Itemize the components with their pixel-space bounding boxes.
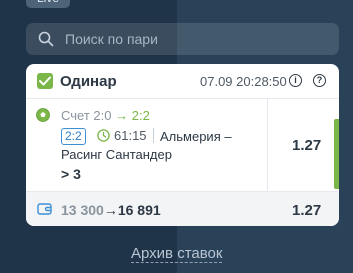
summary-odds: 1.27 [292,202,322,219]
info-icon[interactable]: i [289,74,302,87]
score-new: 2:2 [131,108,150,123]
status-indicator [334,119,339,189]
bet-odds: 1.27 [292,137,322,154]
bet-type-label: Одинар [60,73,117,90]
score-prefix: Счет [61,108,90,123]
match-teams: Альмерия – Расинг Сантандер [61,129,232,162]
wallet-icon [37,203,52,215]
bet-event-row: Счет 2:0 → 2:2 2:2 61:15 Альмерия – Раси… [26,99,339,191]
live-tab[interactable]: Live [26,0,70,8]
score-arrow: → [115,108,129,123]
stake-amount: 13 300 [61,202,104,218]
bet-card[interactable]: Одинар 07.09 20:28:50 i ? Счет 2:0 → 2:2… [26,64,339,226]
search-input[interactable] [63,30,327,48]
score-old: 2:0 [93,108,112,123]
checkbox-icon[interactable] [37,73,53,89]
payout-amount: 16 891 [117,202,161,218]
bet-outcome: > 3 [61,166,81,182]
search-bar[interactable] [26,23,339,55]
football-icon [36,108,50,122]
bet-card-header: Одинар 07.09 20:28:50 i ? [26,64,339,99]
help-icon[interactable]: ? [313,74,326,87]
search-icon [38,31,54,47]
archive-link[interactable]: Архив ставок [131,246,223,263]
bet-event-info: Счет 2:0 → 2:2 2:2 61:15 Альмерия – Раси… [26,99,268,191]
score-change: Счет 2:0 → 2:2 [61,108,150,123]
payout-arrow: → [103,202,118,218]
bet-summary: 13 300→16 891 1.27 [26,191,339,226]
payout-amounts: 13 300→16 891 [61,202,161,218]
bet-datetime: 07.09 20:28:50 [200,74,287,89]
